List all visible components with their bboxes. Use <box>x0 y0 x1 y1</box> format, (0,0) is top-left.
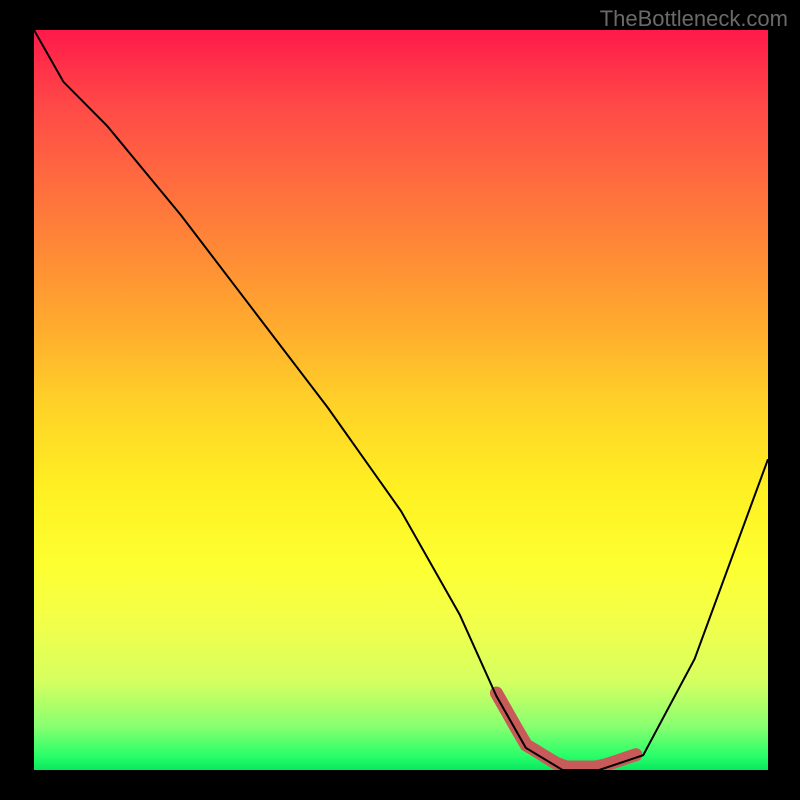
curve-svg <box>34 30 768 770</box>
plot-area <box>34 30 768 770</box>
chart-container: TheBottleneck.com <box>0 0 800 800</box>
watermark-text: TheBottleneck.com <box>600 6 788 32</box>
bottleneck-curve <box>34 30 768 770</box>
valley-highlight <box>496 693 636 767</box>
